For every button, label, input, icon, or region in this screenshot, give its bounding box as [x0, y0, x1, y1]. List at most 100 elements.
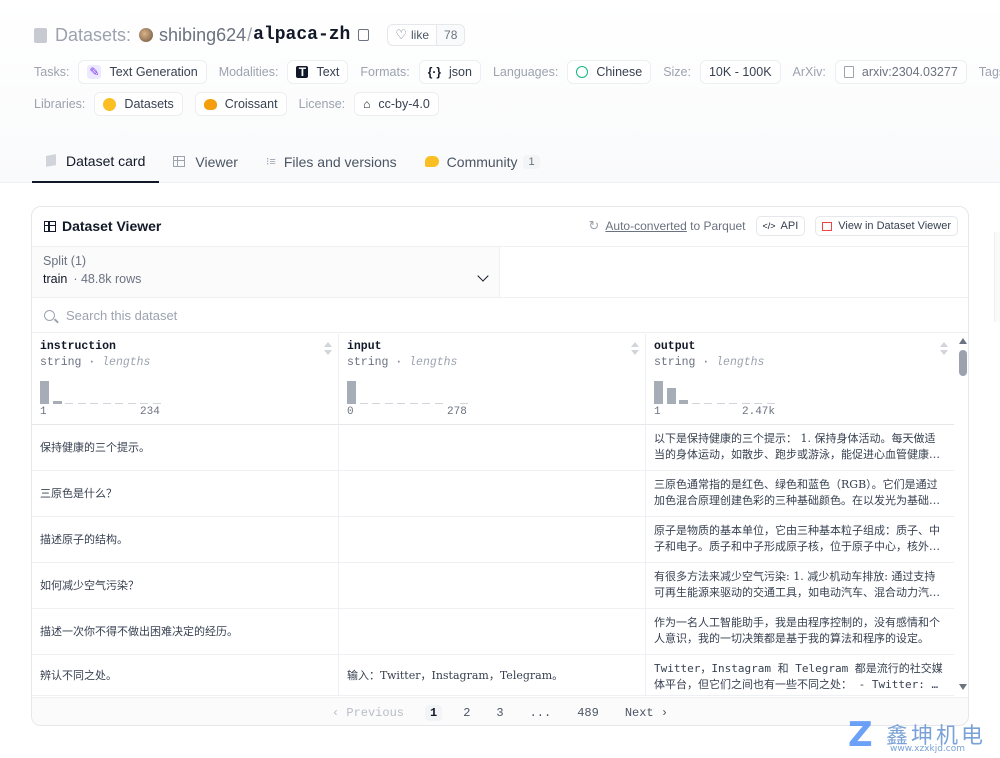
- cell-input[interactable]: 输入：Twitter，Instagram，Telegram。: [339, 655, 646, 696]
- cell-output[interactable]: 原子是物质的基本单位，它由三种基本粒子组成：质子、中子和电子。质子和中子形成原子…: [646, 517, 954, 562]
- license-chip[interactable]: ⌂ cc-by-4.0: [354, 92, 439, 116]
- size-chip[interactable]: 10K - 100K: [699, 60, 781, 84]
- table-row[interactable]: 描述原子的结构。 原子是物质的基本单位，它由三种基本粒子组成：质子、中子和电子。…: [32, 517, 954, 563]
- column-header-output[interactable]: output string · lengths 1 2.47k: [646, 334, 954, 425]
- split-spacer: [500, 246, 968, 298]
- scroll-down-arrow-icon[interactable]: [959, 684, 967, 690]
- histogram-bar[interactable]: [103, 402, 111, 404]
- histogram-bar[interactable]: [704, 402, 712, 404]
- page-button[interactable]: 2: [458, 705, 475, 721]
- histogram-bar[interactable]: [40, 381, 49, 404]
- task-chip[interactable]: ✎ Text Generation: [78, 60, 207, 84]
- sort-icon[interactable]: [940, 342, 948, 356]
- previous-page-button[interactable]: ‹ Previous: [327, 705, 409, 721]
- histogram-bar[interactable]: [78, 402, 86, 404]
- histogram-bar[interactable]: [65, 402, 73, 404]
- search-input[interactable]: [66, 308, 466, 323]
- api-button[interactable]: </> API: [755, 216, 806, 236]
- histogram-bar[interactable]: [767, 402, 775, 404]
- histogram-bar[interactable]: [360, 402, 368, 404]
- cell-output[interactable]: 有很多方法来减少空气污染: 1. 减少机动车排放: 通过支持可再生能源来驱动的交…: [646, 563, 954, 608]
- histogram-bar[interactable]: [397, 402, 405, 404]
- table-row[interactable]: 三原色是什么？ 三原色通常指的是红色、绿色和蓝色（RGB）。它们是通过加色混合原…: [32, 471, 954, 517]
- cell-output[interactable]: 三原色通常指的是红色、绿色和蓝色（RGB）。它们是通过加色混合原理创建色彩的三种…: [646, 471, 954, 516]
- datasets-link[interactable]: Datasets:: [55, 25, 131, 46]
- column-header-instruction[interactable]: instruction string · lengths 1 234: [32, 334, 339, 425]
- format-chip[interactable]: {·} json: [418, 60, 481, 84]
- cell-input[interactable]: [339, 609, 646, 654]
- modality-chip[interactable]: T Text: [287, 60, 349, 84]
- histogram-bar[interactable]: [422, 402, 430, 404]
- cell-input[interactable]: [339, 517, 646, 562]
- table-row[interactable]: 描述一次你不得不做出困难决定的经历。 作为一名人工智能助手，我是由程序控制的，没…: [32, 609, 954, 655]
- like-button[interactable]: ♡ like 78: [387, 24, 466, 46]
- histogram-bar[interactable]: [115, 402, 123, 404]
- next-page-button[interactable]: Next ›: [620, 705, 673, 721]
- histogram-bar[interactable]: [717, 402, 725, 404]
- page-button[interactable]: 489: [572, 705, 604, 721]
- histogram-bar[interactable]: [729, 402, 737, 404]
- table-row[interactable]: 辨认不同之处。 输入：Twitter，Instagram，Telegram。 T…: [32, 655, 954, 696]
- auto-converted-link[interactable]: Auto-converted: [605, 219, 686, 233]
- cell-input[interactable]: [339, 563, 646, 608]
- language-chip[interactable]: Chinese: [567, 60, 652, 84]
- sort-icon[interactable]: [324, 342, 332, 356]
- like-count[interactable]: 78: [436, 25, 465, 45]
- tab-viewer[interactable]: Viewer: [159, 140, 252, 183]
- histogram-bar[interactable]: [410, 402, 418, 404]
- histogram-bar[interactable]: [667, 388, 676, 404]
- tab-files-and-versions[interactable]: ⁝≡ Files and versions: [252, 140, 411, 183]
- split-selector[interactable]: Split (1) train · 48.8k rows: [32, 246, 500, 298]
- page-button-current[interactable]: 1: [424, 704, 443, 721]
- histogram-bar[interactable]: [385, 402, 393, 404]
- libraries-label: Libraries:: [34, 97, 86, 111]
- scroll-up-arrow-icon[interactable]: [959, 338, 967, 344]
- histogram-bar[interactable]: [679, 400, 688, 404]
- histogram-bar[interactable]: [460, 402, 468, 404]
- library-croissant-chip[interactable]: Croissant: [194, 92, 287, 116]
- cell-instruction[interactable]: 描述一次你不得不做出困难决定的经历。: [32, 609, 339, 654]
- cell-output[interactable]: Twitter，Instagram 和 Telegram 都是流行的社交媒体平台…: [646, 655, 954, 696]
- table-scrollbar[interactable]: [956, 334, 968, 696]
- cell-instruction[interactable]: 辨认不同之处。: [32, 655, 339, 696]
- histogram-min: 1: [40, 406, 47, 418]
- repo-name[interactable]: alpaca-zh: [253, 25, 350, 45]
- table-row[interactable]: 如何减少空气污染？ 有很多方法来减少空气污染: 1. 减少机动车排放: 通过支持…: [32, 563, 954, 609]
- cell-input[interactable]: [339, 471, 646, 516]
- column-header-input[interactable]: input string · lengths 0 278: [339, 334, 646, 425]
- histogram-bar[interactable]: [435, 402, 443, 404]
- sort-icon[interactable]: [631, 342, 639, 356]
- histogram-bar[interactable]: [692, 402, 700, 404]
- copy-icon[interactable]: [358, 26, 373, 41]
- column-type: string · lengths: [347, 356, 458, 369]
- tab-community[interactable]: Community 1: [411, 140, 554, 183]
- histogram-bar[interactable]: [53, 401, 62, 404]
- owner-link[interactable]: shibing624: [159, 25, 246, 46]
- histogram-bar[interactable]: [742, 402, 750, 404]
- library-croissant-label: Croissant: [224, 97, 278, 111]
- histogram-min: 0: [347, 406, 354, 418]
- cell-output[interactable]: 以下是保持健康的三个提示： 1. 保持身体活动。每天做适当的身体运动，如散步、跑…: [646, 425, 954, 470]
- histogram-bar[interactable]: [754, 402, 762, 404]
- cell-output[interactable]: 作为一名人工智能助手，我是由程序控制的，没有感情和个人意识，我的一切决策都是基于…: [646, 609, 954, 654]
- histogram-bar[interactable]: [372, 402, 380, 404]
- cell-instruction[interactable]: 保持健康的三个提示。: [32, 425, 339, 470]
- histogram-bar[interactable]: [347, 381, 356, 404]
- histogram-bar[interactable]: [654, 381, 663, 404]
- histogram-bar[interactable]: [153, 402, 161, 404]
- cell-instruction[interactable]: 三原色是什么？: [32, 471, 339, 516]
- page-button[interactable]: 3: [491, 705, 508, 721]
- scrollbar-thumb[interactable]: [959, 350, 967, 376]
- cell-instruction[interactable]: 如何减少空气污染？: [32, 563, 339, 608]
- arxiv-chip[interactable]: arxiv:2304.03277: [834, 60, 967, 84]
- histogram-bar[interactable]: [140, 402, 148, 404]
- tab-dataset-card[interactable]: Dataset card: [32, 140, 160, 183]
- histogram-bar[interactable]: [90, 402, 98, 404]
- table-row[interactable]: 保持健康的三个提示。 以下是保持健康的三个提示： 1. 保持身体活动。每天做适当…: [32, 425, 954, 471]
- view-in-dataset-viewer-button[interactable]: View in Dataset Viewer: [815, 216, 958, 236]
- cell-instruction[interactable]: 描述原子的结构。: [32, 517, 339, 562]
- cell-input[interactable]: [339, 425, 646, 470]
- library-datasets-chip[interactable]: Datasets: [94, 92, 183, 116]
- task-label: Text Generation: [109, 65, 198, 79]
- histogram-bar[interactable]: [128, 402, 136, 404]
